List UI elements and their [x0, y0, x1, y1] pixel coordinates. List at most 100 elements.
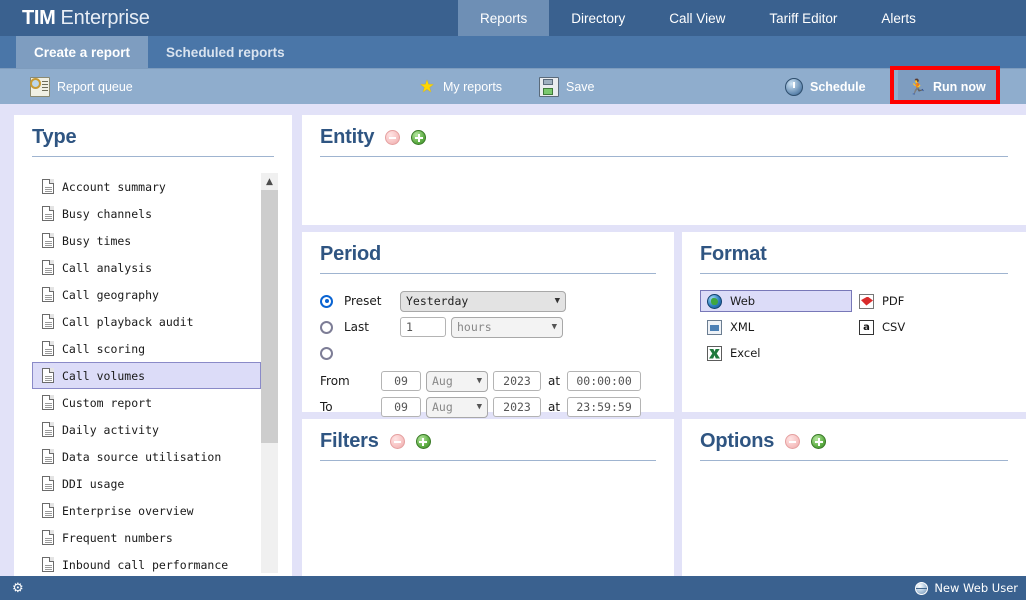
type-item-label: Busy times [62, 234, 131, 248]
csv-file-icon: a [859, 320, 874, 335]
type-item-frequent-numbers[interactable]: Frequent numbers [32, 524, 261, 551]
type-item-call-scoring[interactable]: Call scoring [32, 335, 261, 362]
format-column-right: PDF a CSV [852, 290, 1004, 368]
nav-item-directory[interactable]: Directory [549, 0, 647, 36]
application-window: TIM Enterprise Reports Directory Call Vi… [0, 0, 1026, 600]
custom-range-radio[interactable] [320, 347, 333, 360]
from-month-value: Aug [432, 371, 453, 391]
nav-item-reports[interactable]: Reports [458, 0, 549, 36]
type-item-label: Call scoring [62, 342, 145, 356]
from-time-input[interactable]: 00:00:00 [567, 371, 641, 391]
type-item-account-summary[interactable]: Account summary [32, 173, 261, 200]
type-item-call-playback-audit[interactable]: Call playback audit [32, 308, 261, 335]
chevron-down-icon: ▼ [477, 371, 482, 391]
period-from-row: From 09 Aug ▼ 2023 at 00:00:00 [320, 368, 674, 394]
schedule-button[interactable]: Schedule [785, 69, 866, 105]
document-icon [42, 260, 54, 275]
floppy-disk-icon [539, 77, 559, 97]
globe-icon [915, 582, 928, 595]
document-icon [42, 314, 54, 329]
to-month-select[interactable]: Aug ▼ [426, 397, 488, 418]
save-label: Save [566, 80, 595, 94]
last-unit-select[interactable]: hours ▼ [451, 317, 563, 338]
report-queue-label: Report queue [57, 80, 133, 94]
top-brand-bar: TIM Enterprise Reports Directory Call Vi… [0, 0, 1026, 36]
type-item-call-analysis[interactable]: Call analysis [32, 254, 261, 281]
format-option-web[interactable]: Web [700, 290, 852, 312]
tab-scheduled-reports[interactable]: Scheduled reports [148, 36, 303, 68]
type-list-scrollbar[interactable]: ▲ [261, 173, 278, 573]
options-panel-title: Options [700, 430, 774, 453]
nav-item-tariff-editor[interactable]: Tariff Editor [747, 0, 859, 36]
type-item-label: Custom report [62, 396, 152, 410]
scrollbar-thumb[interactable] [261, 190, 278, 443]
document-icon [42, 503, 54, 518]
entity-add-icon[interactable] [411, 130, 426, 145]
tab-create-a-report[interactable]: Create a report [16, 36, 148, 68]
type-item-label: Call geography [62, 288, 159, 302]
nav-item-call-view[interactable]: Call View [647, 0, 747, 36]
gear-icon[interactable]: ⚙ [12, 582, 24, 595]
to-time-input[interactable]: 23:59:59 [567, 397, 641, 417]
my-reports-button[interactable]: ★ My reports [418, 69, 502, 105]
period-panel: Period Preset Yesterday ▼ Last 1 [302, 232, 674, 412]
format-option-label: Web [730, 294, 755, 308]
report-type-list-inner: Account summary Busy channels Busy times… [32, 173, 261, 573]
last-radio[interactable] [320, 321, 333, 334]
filters-add-icon[interactable] [416, 434, 431, 449]
type-item-daily-activity[interactable]: Daily activity [32, 416, 261, 443]
to-year-input[interactable]: 2023 [493, 397, 541, 417]
from-year-input[interactable]: 2023 [493, 371, 541, 391]
type-item-custom-report[interactable]: Custom report [32, 389, 261, 416]
report-type-list[interactable]: Account summary Busy channels Busy times… [32, 173, 278, 573]
type-item-enterprise-overview[interactable]: Enterprise overview [32, 497, 261, 524]
run-now-button[interactable]: 🏃 Run now [898, 70, 996, 104]
preset-select[interactable]: Yesterday ▼ [400, 291, 566, 312]
options-panel-divider [700, 460, 1008, 461]
options-remove-icon[interactable] [785, 434, 800, 449]
action-toolbar: Report queue ★ My reports Save Schedule … [0, 68, 1026, 105]
to-day-input[interactable]: 09 [381, 397, 421, 417]
filters-panel-title: Filters [320, 430, 379, 453]
from-month-select[interactable]: Aug ▼ [426, 371, 488, 392]
options-add-icon[interactable] [811, 434, 826, 449]
type-item-call-volumes[interactable]: Call volumes [32, 362, 261, 389]
format-option-pdf[interactable]: PDF [852, 290, 1004, 312]
running-man-icon: 🏃 [908, 78, 926, 96]
status-bar: ⚙ New Web User [0, 576, 1026, 600]
type-item-ddi-usage[interactable]: DDI usage [32, 470, 261, 497]
sub-tab-bar: Create a report Scheduled reports [0, 36, 1026, 68]
to-at-label: at [548, 400, 560, 414]
report-queue-icon [30, 77, 50, 97]
format-option-csv[interactable]: a CSV [852, 316, 1004, 338]
scrollbar-up-arrow-icon[interactable]: ▲ [261, 173, 278, 190]
report-queue-button[interactable]: Report queue [30, 69, 133, 105]
nav-item-alerts[interactable]: Alerts [859, 0, 938, 36]
type-item-call-geography[interactable]: Call geography [32, 281, 261, 308]
format-option-label: XML [730, 320, 754, 334]
document-icon [42, 476, 54, 491]
save-button[interactable]: Save [539, 69, 595, 105]
last-quantity-input[interactable]: 1 [400, 317, 446, 337]
format-panel-header: Format [682, 232, 1026, 266]
type-item-label: Daily activity [62, 423, 159, 437]
period-custom-row [320, 340, 674, 366]
type-item-label: Call playback audit [62, 315, 194, 329]
type-item-busy-channels[interactable]: Busy channels [32, 200, 261, 227]
status-bar-user-area[interactable]: New Web User [915, 581, 1018, 595]
last-unit-value: hours [457, 317, 492, 337]
entity-remove-icon[interactable] [385, 130, 400, 145]
filters-remove-icon[interactable] [390, 434, 405, 449]
preset-radio[interactable] [320, 295, 333, 308]
format-option-excel[interactable]: Excel [700, 342, 852, 364]
type-item-data-source-utilisation[interactable]: Data source utilisation [32, 443, 261, 470]
type-item-busy-times[interactable]: Busy times [32, 227, 261, 254]
document-icon [42, 233, 54, 248]
document-icon [42, 179, 54, 194]
from-day-input[interactable]: 09 [381, 371, 421, 391]
format-option-xml[interactable]: XML [700, 316, 852, 338]
filters-panel: Filters [302, 419, 674, 576]
schedule-label: Schedule [810, 80, 866, 94]
type-item-inbound-call-performance[interactable]: Inbound call performance [32, 551, 261, 573]
app-logo: TIM Enterprise [0, 0, 170, 36]
